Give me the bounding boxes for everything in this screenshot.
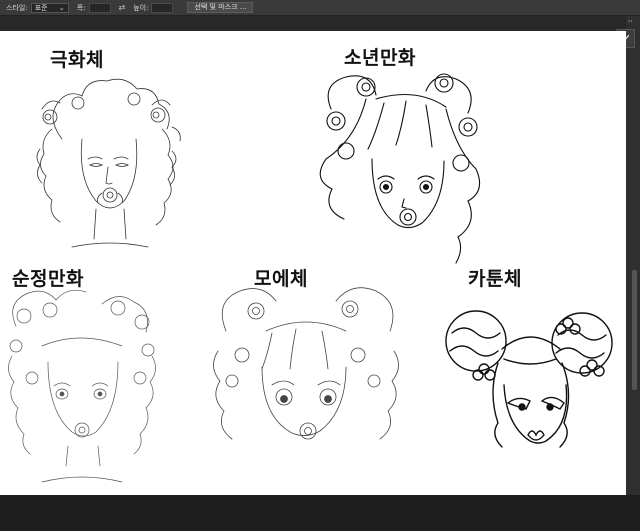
panel-scrollbar[interactable] bbox=[632, 270, 637, 390]
height-input[interactable] bbox=[151, 2, 174, 13]
width-label: 폭: bbox=[76, 3, 86, 12]
select-and-mask-button[interactable]: 선택 및 마스크 ... bbox=[187, 2, 254, 13]
sketch-realistic-portrait bbox=[22, 69, 187, 249]
style-label: 스타일: bbox=[6, 3, 28, 12]
document-canvas[interactable]: 극화체 소년만화 순정만화 모에체 카툰체 bbox=[0, 31, 626, 495]
status-bar bbox=[0, 495, 640, 531]
style-label-sonyeon: 소년만화 bbox=[344, 47, 416, 69]
chevron-down-icon: ⌄ bbox=[58, 3, 65, 12]
height-label: 높이: bbox=[133, 3, 149, 12]
style-dropdown-value: 표준 bbox=[34, 3, 48, 12]
options-bar: 스타일: 표준 ⌄ 폭: ⇄ 높이: 선택 및 마스크 ... bbox=[0, 0, 640, 16]
style-label-cartoon: 카툰체 bbox=[468, 268, 522, 290]
sketch-cartoon-portrait bbox=[442, 293, 617, 463]
width-input[interactable] bbox=[88, 2, 111, 13]
tab-strip bbox=[0, 16, 640, 31]
style-label-geukhwa: 극화체 bbox=[50, 49, 104, 71]
collapsed-panel-dock bbox=[626, 16, 640, 495]
double-chevron-icon[interactable]: ›› bbox=[628, 18, 633, 25]
sketch-shonen-portrait bbox=[306, 69, 496, 264]
style-dropdown[interactable]: 표준 ⌄ bbox=[30, 2, 69, 13]
sketch-moe-portrait bbox=[206, 281, 406, 471]
swap-icon[interactable]: ⇄ bbox=[119, 3, 126, 12]
sketch-shoujo-portrait bbox=[2, 286, 162, 486]
